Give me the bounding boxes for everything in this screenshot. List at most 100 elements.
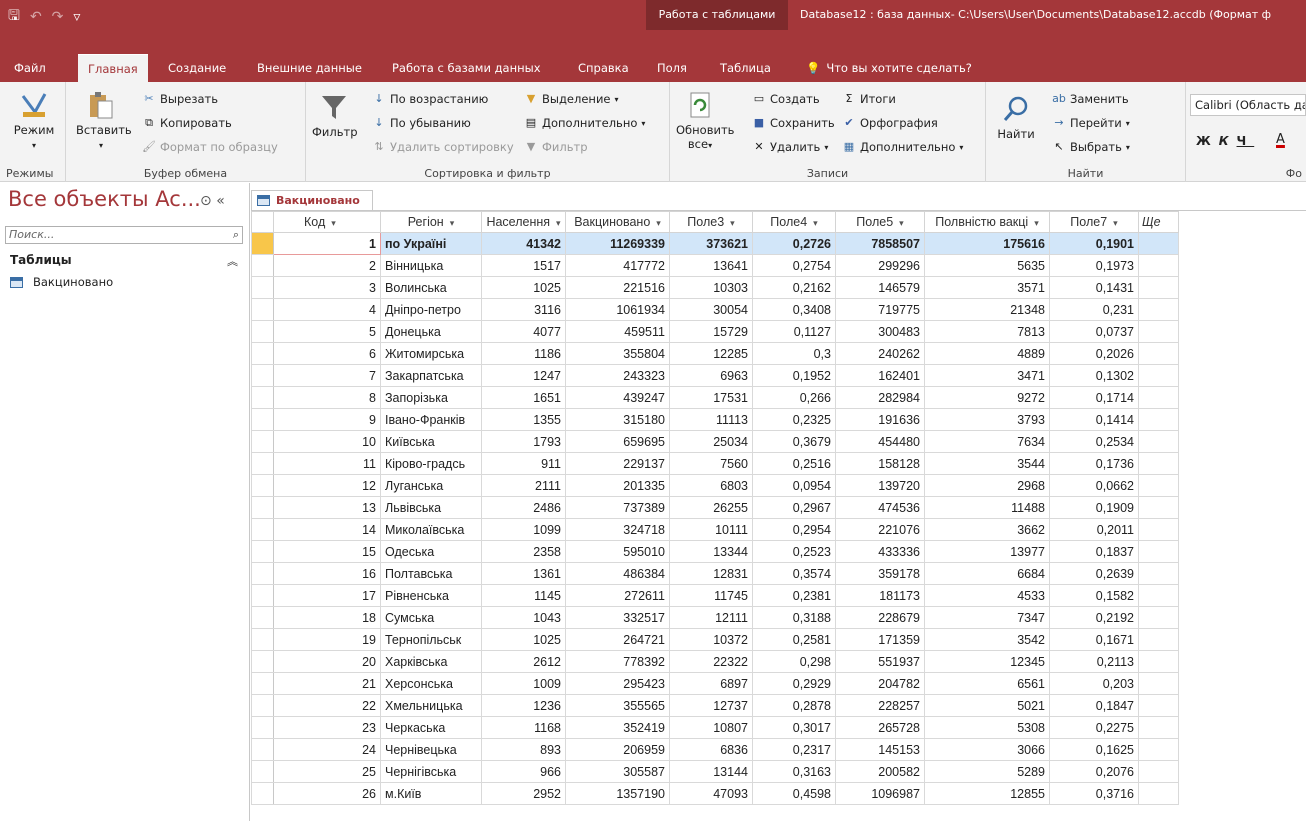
table-cell[interactable] bbox=[1138, 430, 1179, 453]
table-cell[interactable]: 0,0662 bbox=[1049, 474, 1139, 497]
column-dropdown-icon[interactable]: ▾ bbox=[899, 218, 904, 228]
table-cell[interactable]: 474536 bbox=[835, 496, 925, 519]
record-selector[interactable] bbox=[251, 342, 274, 365]
table-cell[interactable]: 25 bbox=[273, 760, 381, 783]
table-cell[interactable]: 15 bbox=[273, 540, 381, 563]
table-cell[interactable]: Кірово-градсь bbox=[380, 452, 482, 475]
table-cell[interactable]: 4 bbox=[273, 298, 381, 321]
table-cell[interactable]: Житомирська bbox=[380, 342, 482, 365]
table-cell[interactable]: Закарпатська bbox=[380, 364, 482, 387]
table-cell[interactable]: 0,3574 bbox=[752, 562, 836, 585]
table-cell[interactable]: 0,2317 bbox=[752, 738, 836, 761]
table-cell[interactable]: 966 bbox=[481, 760, 566, 783]
record-selector[interactable] bbox=[251, 694, 274, 717]
column-header[interactable]: Регіон ▾ bbox=[380, 211, 482, 233]
table-cell[interactable]: Рівненська bbox=[380, 584, 482, 607]
remove-sort-button[interactable]: ⇅ Удалить сортировку bbox=[372, 140, 513, 154]
table-cell[interactable]: 146579 bbox=[835, 276, 925, 299]
table-cell[interactable]: Донецька bbox=[380, 320, 482, 343]
column-header[interactable]: Поле5 ▾ bbox=[835, 211, 925, 233]
table-cell[interactable]: 0,2076 bbox=[1049, 760, 1139, 783]
table-cell[interactable]: 10 bbox=[273, 430, 381, 453]
goto-button[interactable]: → Перейти ▾ bbox=[1052, 116, 1129, 130]
table-row[interactable]: 17 Рівненська 1145 272611 11745 0,2381 181173 4… bbox=[251, 584, 1179, 607]
record-selector[interactable] bbox=[251, 298, 274, 321]
table-row[interactable]: 10 Київська 1793 659695 25034 0,3679 454480 763… bbox=[251, 430, 1179, 453]
table-cell[interactable]: 355804 bbox=[565, 342, 670, 365]
table-cell[interactable]: 0,1431 bbox=[1049, 276, 1139, 299]
save-record-button[interactable]: ■ Сохранить bbox=[752, 116, 835, 130]
record-selector[interactable] bbox=[251, 606, 274, 629]
record-selector[interactable] bbox=[251, 738, 274, 761]
column-header[interactable]: Поле7 ▾ bbox=[1049, 211, 1139, 233]
table-row[interactable]: 19 Тернопільськ 1025 264721 10372 0,2581 17135… bbox=[251, 628, 1179, 651]
chevron-up-icon[interactable]: ︽ bbox=[227, 253, 238, 269]
record-selector[interactable] bbox=[251, 232, 274, 255]
table-cell[interactable]: 18 bbox=[273, 606, 381, 629]
tab-help[interactable]: Справка bbox=[578, 54, 629, 82]
select-button[interactable]: ↖ Выбрать ▾ bbox=[1052, 140, 1130, 154]
table-cell[interactable]: 265728 bbox=[835, 716, 925, 739]
undo-icon[interactable]: ↶ bbox=[30, 9, 42, 25]
table-cell[interactable] bbox=[1138, 496, 1179, 519]
table-cell[interactable]: Одеська bbox=[380, 540, 482, 563]
table-cell[interactable]: 0,2523 bbox=[752, 540, 836, 563]
replace-button[interactable]: ab Заменить bbox=[1052, 92, 1129, 106]
filter-button[interactable]: Фильтр bbox=[312, 92, 358, 139]
table-cell[interactable]: 0,1909 bbox=[1049, 496, 1139, 519]
table-row[interactable]: 20 Харківська 2612 778392 22322 0,298 551937 12… bbox=[251, 650, 1179, 673]
toggle-filter-button[interactable]: ▼ Фильтр bbox=[524, 140, 588, 154]
column-dropdown-icon[interactable]: ▾ bbox=[331, 218, 336, 228]
table-row[interactable]: 7 Закарпатська 1247 243323 6963 0,1952 162401 3… bbox=[251, 364, 1179, 387]
record-selector[interactable] bbox=[251, 408, 274, 431]
table-cell[interactable]: 22 bbox=[273, 694, 381, 717]
table-cell[interactable]: 145153 bbox=[835, 738, 925, 761]
tab-fields[interactable]: Поля bbox=[657, 54, 687, 82]
table-cell[interactable]: 2486 bbox=[481, 496, 566, 519]
table-cell[interactable] bbox=[1138, 562, 1179, 585]
column-dropdown-icon[interactable]: ▾ bbox=[656, 218, 661, 228]
table-cell[interactable] bbox=[1138, 540, 1179, 563]
table-cell[interactable] bbox=[1138, 694, 1179, 717]
table-cell[interactable]: 352419 bbox=[565, 716, 670, 739]
paste-button[interactable]: Вставить ▾ bbox=[76, 90, 132, 153]
table-cell[interactable]: 26 bbox=[273, 782, 381, 805]
column-header[interactable]: Населення ▾ bbox=[481, 211, 566, 233]
table-cell[interactable]: 13641 bbox=[669, 254, 753, 277]
table-cell[interactable]: 0,1837 bbox=[1049, 540, 1139, 563]
table-cell[interactable]: 0,1127 bbox=[752, 320, 836, 343]
table-cell[interactable]: 0,2967 bbox=[752, 496, 836, 519]
table-cell[interactable]: 0,2011 bbox=[1049, 518, 1139, 541]
table-row[interactable]: 16 Полтавська 1361 486384 12831 0,3574 359178 6… bbox=[251, 562, 1179, 585]
table-cell[interactable]: 2 bbox=[273, 254, 381, 277]
table-cell[interactable]: Тернопільськ bbox=[380, 628, 482, 651]
table-cell[interactable]: 171359 bbox=[835, 628, 925, 651]
table-row[interactable]: 14 Миколаївська 1099 324718 10111 0,2954 22107… bbox=[251, 518, 1179, 541]
table-cell[interactable]: 14 bbox=[273, 518, 381, 541]
table-cell[interactable]: 0,2192 bbox=[1049, 606, 1139, 629]
table-cell[interactable]: 264721 bbox=[565, 628, 670, 651]
table-cell[interactable]: 0,3716 bbox=[1049, 782, 1139, 805]
table-cell[interactable]: 7813 bbox=[924, 320, 1050, 343]
table-row[interactable]: 18 Сумська 1043 332517 12111 0,3188 228679 7347… bbox=[251, 606, 1179, 629]
table-cell[interactable]: Івано-Франків bbox=[380, 408, 482, 431]
tab-external-data[interactable]: Внешние данные bbox=[257, 54, 362, 82]
table-cell[interactable]: 25034 bbox=[669, 430, 753, 453]
record-selector[interactable] bbox=[251, 672, 274, 695]
table-cell[interactable]: 0,203 bbox=[1049, 672, 1139, 695]
select-all-corner[interactable] bbox=[251, 211, 274, 233]
table-cell[interactable]: 0,2113 bbox=[1049, 650, 1139, 673]
table-cell[interactable]: 7634 bbox=[924, 430, 1050, 453]
table-cell[interactable]: 0,0954 bbox=[752, 474, 836, 497]
record-selector[interactable] bbox=[251, 540, 274, 563]
table-cell[interactable]: 5 bbox=[273, 320, 381, 343]
table-row[interactable]: 6 Житомирська 1186 355804 12285 0,3 240262 4889… bbox=[251, 342, 1179, 365]
table-cell[interactable]: 1236 bbox=[481, 694, 566, 717]
table-cell[interactable]: 305587 bbox=[565, 760, 670, 783]
table-cell[interactable]: 17531 bbox=[669, 386, 753, 409]
record-selector[interactable] bbox=[251, 496, 274, 519]
save-icon[interactable]: 🖫 bbox=[8, 5, 20, 29]
table-cell[interactable]: 0,231 bbox=[1049, 298, 1139, 321]
table-cell[interactable]: 13977 bbox=[924, 540, 1050, 563]
table-cell[interactable]: 0,3188 bbox=[752, 606, 836, 629]
